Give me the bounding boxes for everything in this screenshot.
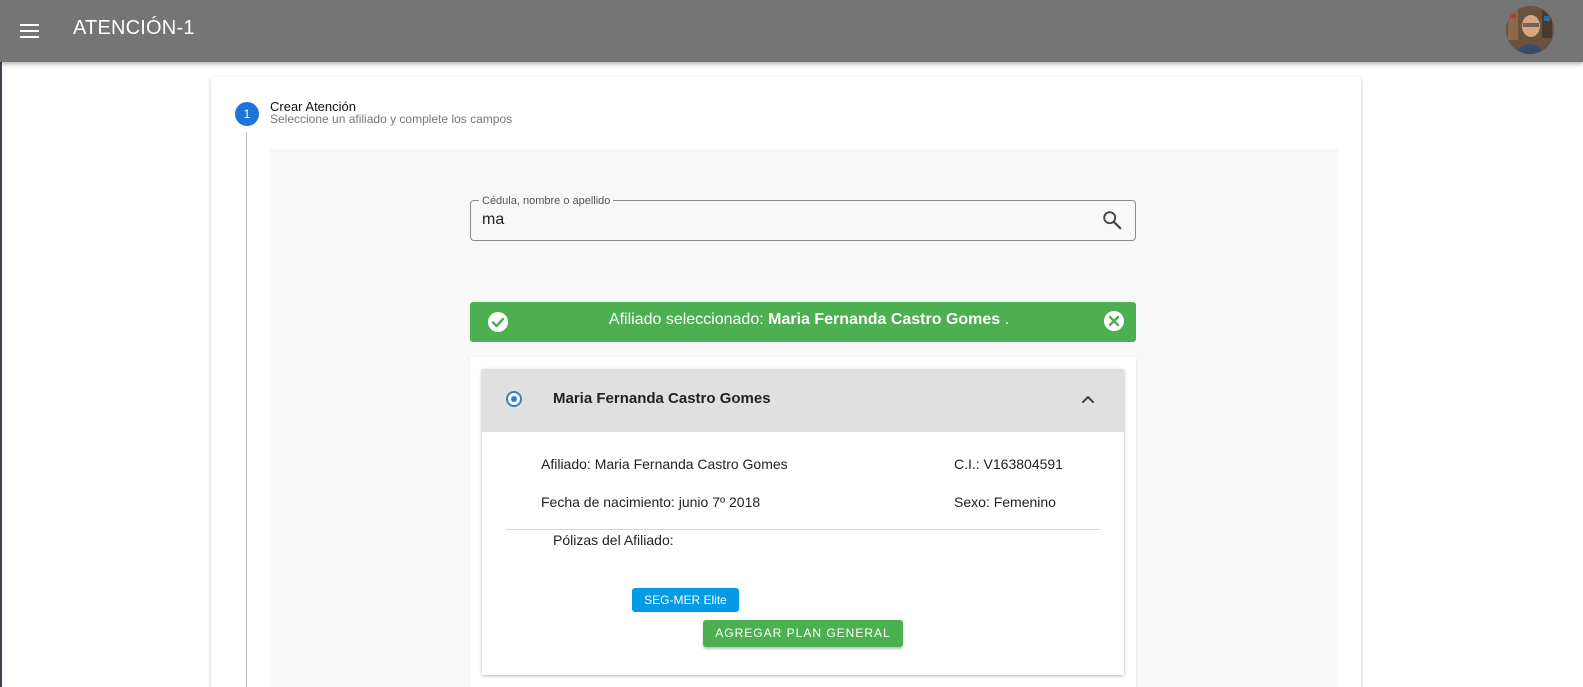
alert-prefix: Afiliado seleccionado: bbox=[608, 311, 769, 328]
affiliate-radio[interactable] bbox=[506, 391, 522, 407]
close-circle-icon[interactable] bbox=[1103, 310, 1125, 332]
app-bar: ATENCIÓN-1 bbox=[0, 0, 1583, 62]
step-connector bbox=[246, 132, 247, 687]
window-edge bbox=[0, 0, 2, 687]
affiliate-ci-line: C.I.: V163804591 bbox=[954, 456, 1063, 472]
divider bbox=[506, 529, 1100, 530]
search-input[interactable] bbox=[482, 209, 1082, 231]
alert-message: Afiliado seleccionado: Maria Fernanda Ca… bbox=[470, 311, 1148, 329]
menu-icon[interactable] bbox=[16, 17, 44, 45]
alert-affiliate-name: Maria Fernanda Castro Gomes bbox=[768, 311, 1001, 328]
policy-chip[interactable]: SEG-MER Elite bbox=[632, 588, 739, 612]
search-label: Cédula, nombre o apellido bbox=[479, 195, 614, 207]
app-title: ATENCIÓN-1 bbox=[73, 17, 195, 39]
policies-label: Pólizas del Afiliado: bbox=[553, 532, 674, 548]
user-avatar[interactable] bbox=[1506, 6, 1554, 54]
alert-suffix: . bbox=[1000, 311, 1010, 328]
affiliate-birthdate-line: Fecha de nacimiento: junio 7º 2018 bbox=[541, 494, 761, 510]
add-general-plan-button[interactable]: AGREGAR PLAN GENERAL bbox=[703, 620, 903, 647]
affiliate-name-line: Afiliado: Maria Fernanda Castro Gomes bbox=[541, 456, 788, 472]
step-number-badge: 1 bbox=[235, 102, 259, 126]
chevron-up-icon[interactable] bbox=[1078, 389, 1098, 409]
affiliate-sex-line: Sexo: Femenino bbox=[954, 494, 1056, 510]
affiliate-panel-title: Maria Fernanda Castro Gomes bbox=[553, 390, 771, 407]
search-icon[interactable] bbox=[1101, 209, 1123, 231]
step-subtitle: Seleccione un afiliado y complete los ca… bbox=[270, 112, 513, 126]
